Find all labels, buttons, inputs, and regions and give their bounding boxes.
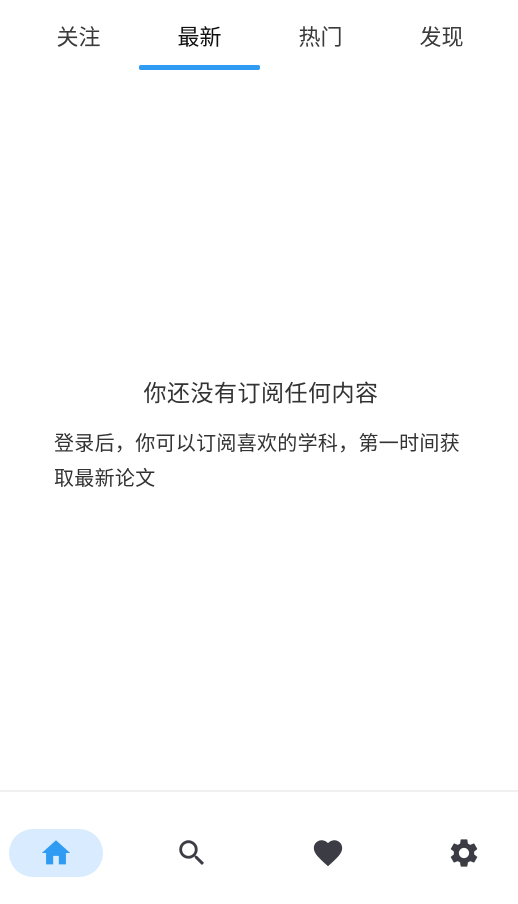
tab-discover[interactable]: 发现 [381,0,502,72]
tab-label: 关注 [56,26,101,51]
active-tab-indicator [139,65,260,70]
tab-label: 热门 [298,26,343,51]
tab-label: 发现 [419,26,464,51]
tab-following[interactable]: 关注 [18,0,139,72]
nav-home-button[interactable] [9,829,103,877]
empty-state-description: 登录后，你可以订阅喜欢的学科，第一时间获取最新论文 [54,431,460,490]
gear-icon [450,839,478,867]
bottom-navigation [0,790,518,904]
empty-state: 你还没有订阅任何内容 登录后，你可以订阅喜欢的学科，第一时间获取最新论文 [54,374,468,496]
empty-state-title: 你还没有订阅任何内容 [143,381,379,407]
top-tab-bar: 关注 最新 热门 发现 [0,0,518,72]
nav-search-button[interactable] [145,829,239,877]
heart-icon [313,840,343,867]
nav-settings-button[interactable] [417,829,511,877]
tab-latest[interactable]: 最新 [139,0,260,72]
search-icon [179,840,205,866]
tab-trending[interactable]: 热门 [260,0,381,72]
home-icon [41,840,71,865]
nav-favorites-button[interactable] [281,829,375,877]
